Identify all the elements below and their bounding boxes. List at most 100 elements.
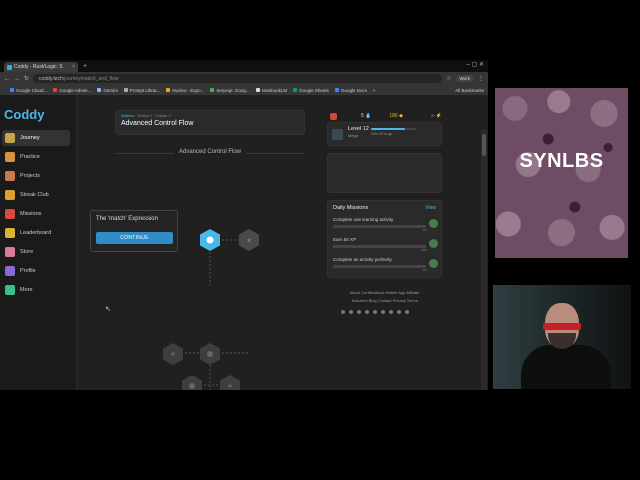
mouse-cursor-icon: ↖ [105,306,111,313]
chapter-header: Syllabus · Section 2 · Chapter 1 Advance… [115,110,305,135]
bookmark-item[interactable]: Nucleo - Expo... [166,88,204,93]
red-glasses-icon [543,323,581,330]
mission-label: Earn 50 XP [333,237,357,242]
facebook-icon[interactable] [349,310,353,314]
footer-row[interactable]: About Certifications Mobile App Affiliat… [327,289,442,297]
gem-count[interactable]: 186 ◆ [389,113,403,119]
bookmark-item[interactable]: Gemini [97,88,118,93]
github-icon[interactable] [405,310,409,314]
bookmark-item[interactable]: Google Cloud... [10,88,47,93]
continue-button[interactable]: CONTINUE [96,232,173,244]
level-badge-icon [332,129,343,140]
profile-button[interactable]: Work [455,75,474,82]
xp-to-go: 24% XP to go [371,132,393,136]
synlbs-logo-text: SYNLBS [519,150,604,172]
social-links [341,310,409,314]
bookmarks-more-icon[interactable]: » [373,88,376,93]
linkedin-icon[interactable] [357,310,361,314]
address-bar-row: ← → ↻ coddy.tech/journey/match_and_flow … [0,72,488,85]
path-lines [173,239,249,390]
sidebar: Coddy Journey Practice Projects Streak C… [0,95,77,390]
sidebar-item-store[interactable]: Store [2,244,70,260]
streak-count[interactable]: 5 💧 [361,113,371,119]
page-scrollbar[interactable] [481,130,487,390]
sidebar-item-leaderboard[interactable]: Leaderboard [2,225,70,241]
heart-icon [330,112,337,120]
url-host: coddy.tech [39,75,63,82]
all-bookmarks[interactable]: All Bookmarks [455,88,484,93]
tab-bar: Coddy - Rust/Logic: S × + – ▢ ✕ [0,60,488,72]
promo-card [327,153,442,193]
play-icon [206,236,214,244]
play-icon [207,351,213,357]
forward-icon[interactable]: → [14,76,20,82]
syllabus-link[interactable]: Syllabus [121,114,134,118]
bookmark-item[interactable]: Google Admin... [53,88,91,93]
url-field[interactable]: coddy.tech/journey/match_and_flow [33,74,443,83]
missions-view-link[interactable]: View [425,205,436,211]
sidebar-item-missions[interactable]: Missions [2,206,70,222]
tiktok-icon[interactable] [365,310,369,314]
reload-icon[interactable]: ↻ [24,75,29,82]
lesson-node-current[interactable] [200,229,220,251]
discord-icon[interactable] [341,310,345,314]
level-tier: Mega [348,133,359,138]
coddy-logo[interactable]: Coddy [4,107,44,122]
new-tab-button[interactable]: + [83,62,87,72]
browser-tab[interactable]: Coddy - Rust/Logic: S × [4,62,78,72]
window-controls[interactable]: – ▢ ✕ [467,61,484,68]
youtube-icon[interactable] [381,310,385,314]
profile-icon [5,266,15,276]
energy-indicator[interactable]: ∞ ⚡ [431,113,442,119]
sidebar-item-projects[interactable]: Projects [2,168,70,184]
coddy-page: Coddy Journey Practice Projects Streak C… [0,95,488,390]
star-icon[interactable]: ☆ [446,75,451,82]
bookmark-icon [293,88,298,92]
sidebar-item-profile[interactable]: Profile [2,263,70,279]
instagram-icon[interactable] [389,310,393,314]
sidebar-item-more[interactable]: More [2,282,70,298]
bookmark-icon [10,88,14,92]
mission-item: Complete one learning activity 0/1 [333,217,438,233]
page-title: Advanced Control Flow [121,120,194,127]
coddy-favicon-icon [7,64,12,70]
mission-reward-icon [429,219,438,228]
lesson-node-locked[interactable]: ★ [220,375,240,390]
sidebar-item-practice[interactable]: Practice [2,149,70,165]
bookmark-item[interactable]: Google Sheets [293,88,329,93]
mission-progress-bar [333,265,426,268]
sidebar-item-journey[interactable]: Journey [2,130,70,146]
scrollbar-thumb[interactable] [482,134,486,156]
bookmark-item[interactable]: SerpApi: Goog... [210,88,250,93]
play-icon [189,383,195,389]
lesson-title: The 'match' Expression [96,216,158,222]
right-panel: 5 💧 186 ◆ ∞ ⚡ Level 12 Mega 24% XP to go… [327,95,445,390]
bookmark-item[interactable]: NotebookLM [255,88,287,93]
lesson-node-locked[interactable] [182,375,202,390]
tab-close-icon[interactable]: × [72,64,75,70]
back-icon[interactable]: ← [4,76,10,82]
mission-progress-bar [333,245,426,248]
lesson-node-locked[interactable]: ★ [163,343,183,365]
sidebar-item-streak-club[interactable]: Streak Club [2,187,70,203]
bluesky-icon[interactable] [397,310,401,314]
url-path: /journey/match_and_flow [62,75,119,82]
bookmark-item[interactable]: Prompt Librar... [123,88,160,93]
footer-links[interactable]: About Certifications Mobile App Affiliat… [327,289,442,305]
xp-progress-bar [371,128,416,130]
star-icon: ★ [227,382,233,390]
bookmark-item[interactable]: Google Docs [334,88,367,93]
level-card[interactable]: Level 12 Mega 24% XP to go [327,122,442,146]
footer-row[interactable]: Teachers Blog Contact Privacy Terms [327,297,442,305]
lesson-node-locked[interactable] [200,343,220,365]
section-divider: Advanced Control Flow [115,149,305,157]
bookmark-icon [53,88,58,92]
x-icon[interactable] [373,310,377,314]
lesson-node-locked[interactable]: ★ [239,229,259,251]
mission-reward-icon [429,239,438,248]
menu-icon[interactable]: ⋮ [478,75,484,82]
bookmark-icon [123,88,128,92]
bookmark-icon [334,88,339,92]
mission-progress-bar [333,225,426,228]
store-icon [5,247,15,257]
